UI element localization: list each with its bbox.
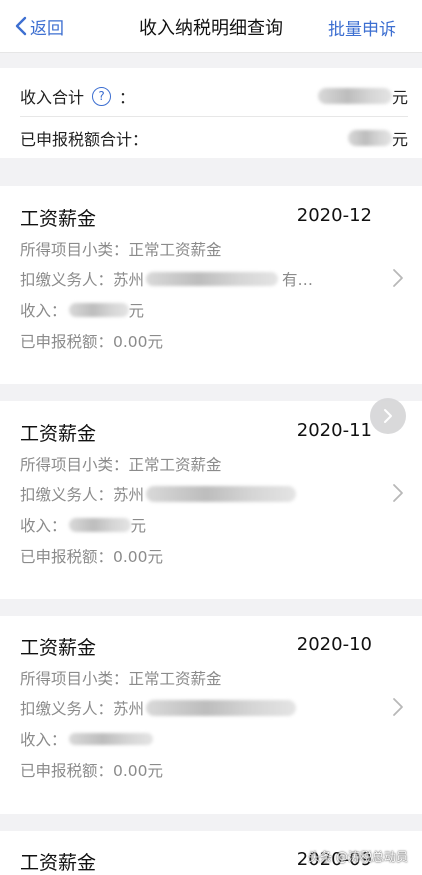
subcategory-value: 正常工资薪金 [128,241,222,259]
tax-label: 已申报税额： [20,762,114,780]
back-button[interactable]: 返回 [14,13,64,39]
redacted-value [68,733,153,745]
redacted-value [146,700,297,716]
income-label: 收入： [20,517,67,535]
redacted-value [317,88,392,104]
tax-line: 已申报税额： 0.00元 [20,330,163,352]
withholder-line: 扣缴义务人： 苏州 有… [20,268,313,290]
subcategory-label: 所得项目小类： [20,241,129,259]
record-card[interactable]: 工资薪金 2020-12 所得项目小类： 正常工资薪金 扣缴义务人： 苏州 有…… [0,186,422,384]
subcategory-label: 所得项目小类： [20,456,129,474]
withholder-prefix: 苏州 [113,486,145,504]
chevron-right-icon [393,484,403,502]
record-title: 工资薪金 [20,637,97,659]
income-line: 收入： 元 [20,514,146,536]
withholder-label: 扣缴义务人： [20,700,114,718]
record-title: 工资薪金 [20,208,97,230]
tax-total-row: 已申报税额合计： 元 [20,117,408,159]
redacted-value [68,303,129,317]
batch-appeal-button[interactable]: 批量申诉 [328,15,396,40]
record-card[interactable]: 工资薪金 2020-11 所得项目小类： 正常工资薪金 扣缴义务人： 苏州 收入… [0,401,422,599]
chevron-right-icon [384,409,392,423]
income-total-row: 收入合计 ? ： 元 [20,75,408,117]
record-title: 工资薪金 [20,423,97,445]
withholder-line: 扣缴义务人： 苏州 [20,697,297,719]
redacted-value [146,486,297,502]
chevron-right-icon [393,698,403,716]
subcategory-line: 所得项目小类： 正常工资薪金 [20,238,222,260]
chevron-right-icon [393,269,403,287]
tax-line: 已申报税额： 0.00元 [20,545,163,567]
withholder-suffix: 有… [282,271,314,289]
record-date: 2020-12 [296,205,372,226]
record-date: 2020-10 [296,634,372,655]
subcategory-value: 正常工资薪金 [128,670,222,688]
scroll-top-button[interactable] [370,398,406,434]
income-total-colon: ： [119,88,136,107]
tax-value: 0.00元 [113,548,164,566]
tax-value: 0.00元 [113,762,164,780]
withholder-line: 扣缴义务人： 苏州 [20,483,297,505]
withholder-prefix: 苏州 [113,271,145,289]
income-total-label: 收入合计 [20,88,85,107]
watermark: 头条 @涛税总动员 [308,850,408,864]
chevron-left-icon [15,16,27,36]
subcategory-label: 所得项目小类： [20,670,129,688]
subcategory-value: 正常工资薪金 [128,456,222,474]
summary-panel: 收入合计 ? ： 元 已申报税额合计： 元 [0,68,422,158]
income-total-unit: 元 [391,88,408,107]
income-unit: 元 [128,302,145,320]
nav-bar: 返回 收入纳税明细查询 批量申诉 [0,0,422,53]
record-date: 2020-11 [296,420,372,441]
tax-label: 已申报税额： [20,548,114,566]
redacted-value [347,130,392,146]
back-label: 返回 [30,18,64,39]
income-unit: 元 [130,517,147,535]
tax-label: 已申报税额： [20,333,114,351]
subcategory-line: 所得项目小类： 正常工资薪金 [20,667,222,689]
redacted-value [68,518,131,532]
redacted-value [146,272,279,286]
income-total-value: 元 [317,84,408,108]
tax-total-label: 已申报税额合计： [20,130,149,149]
record-title: 工资薪金 [20,852,97,874]
withholder-prefix: 苏州 [113,700,145,718]
tax-line: 已申报税额： 0.00元 [20,759,163,781]
subcategory-line: 所得项目小类： 正常工资薪金 [20,453,222,475]
record-card[interactable]: 工资薪金 2020-10 所得项目小类： 正常工资薪金 扣缴义务人： 苏州 收入… [0,616,422,814]
tax-value: 0.00元 [113,333,164,351]
income-label: 收入： [20,731,67,749]
tax-total-unit: 元 [391,130,408,149]
withholder-label: 扣缴义务人： [20,486,114,504]
withholder-label: 扣缴义务人： [20,271,114,289]
income-label: 收入： [20,302,67,320]
income-line: 收入： 元 [20,299,144,321]
income-line: 收入： [20,728,153,750]
help-icon[interactable]: ? [92,86,112,106]
tax-total-value: 元 [347,126,408,150]
